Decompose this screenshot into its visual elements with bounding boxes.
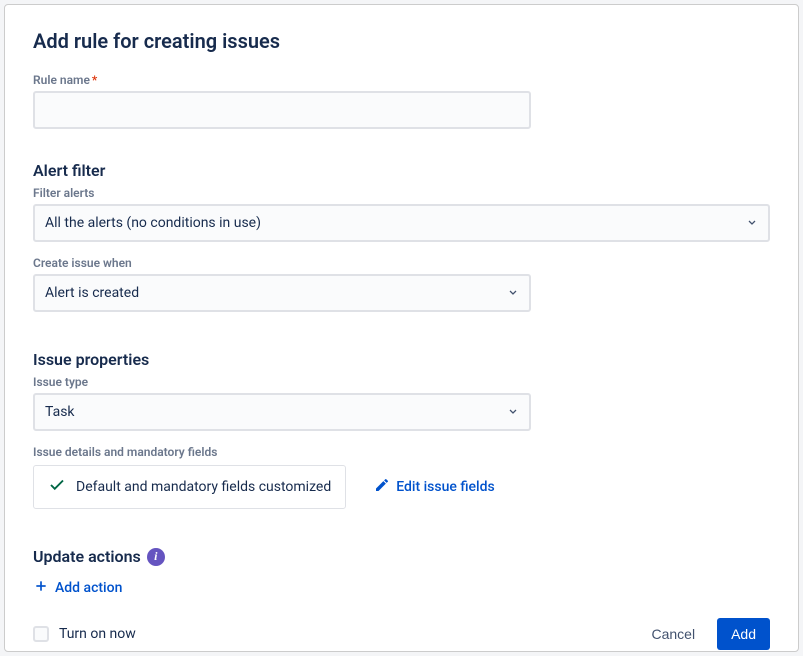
rule-name-label-text: Rule name [33,73,90,87]
dialog-title: Add rule for creating issues [33,29,770,53]
filter-alerts-value: All the alerts (no conditions in use) [45,215,261,231]
cancel-button[interactable]: Cancel [637,618,709,650]
filter-alerts-select[interactable]: All the alerts (no conditions in use) [33,204,770,242]
fields-status-text: Default and mandatory fields customized [76,479,331,495]
filter-alerts-label: Filter alerts [33,186,770,200]
issue-type-select[interactable]: Task [33,393,531,431]
turn-on-now-text: Turn on now [59,626,136,642]
plus-icon [33,578,49,598]
issue-details-label: Issue details and mandatory fields [33,445,770,459]
info-icon[interactable]: i [147,548,165,566]
edit-issue-fields-text: Edit issue fields [396,479,494,495]
filter-alerts-field: Filter alerts All the alerts (no conditi… [33,186,770,242]
issue-type-value: Task [45,404,75,420]
add-button[interactable]: Add [717,618,770,650]
create-when-field: Create issue when Alert is created [33,256,770,312]
fields-status-box: Default and mandatory fields customized [33,465,346,509]
update-actions-heading-text: Update actions [33,547,141,566]
issue-details-field: Issue details and mandatory fields Defau… [33,445,770,509]
rule-name-label: Rule name* [33,73,770,87]
required-asterisk: * [92,73,97,87]
add-action-link[interactable]: Add action [33,578,770,598]
turn-on-now-checkbox[interactable] [33,626,49,642]
check-icon [48,476,66,498]
rule-name-field: Rule name* [33,73,770,129]
rule-name-input[interactable] [33,91,531,129]
alert-filter-heading: Alert filter [33,161,770,180]
add-action-text: Add action [55,580,122,596]
pencil-icon [374,477,390,497]
add-rule-dialog: Add rule for creating issues Rule name* … [4,4,799,652]
edit-issue-fields-link[interactable]: Edit issue fields [374,477,494,497]
create-when-select[interactable]: Alert is created [33,274,531,312]
turn-on-now-label[interactable]: Turn on now [33,626,136,642]
issue-type-field: Issue type Task [33,375,770,431]
update-actions-heading: Update actions i [33,547,770,566]
dialog-footer: Turn on now Cancel Add [33,598,770,650]
create-when-value: Alert is created [45,285,139,301]
create-when-label: Create issue when [33,256,770,270]
issue-type-label: Issue type [33,375,770,389]
issue-properties-heading: Issue properties [33,350,770,369]
